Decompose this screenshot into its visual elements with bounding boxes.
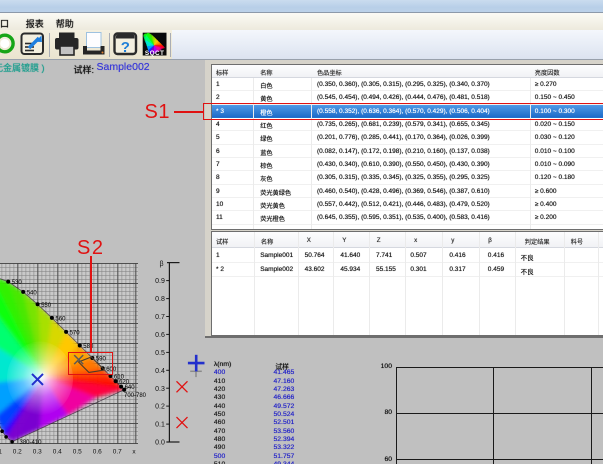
svg-text:570: 570	[70, 331, 81, 337]
svg-text:640: 640	[125, 385, 136, 391]
svg-text:540: 540	[27, 291, 38, 297]
svg-text:x: x	[132, 449, 136, 456]
svg-text:560: 560	[55, 317, 66, 323]
svg-text:0.7: 0.7	[155, 314, 165, 321]
svg-text:530: 530	[12, 280, 23, 286]
svg-text:0.6: 0.6	[155, 332, 165, 339]
svg-text:0.3: 0.3	[155, 386, 165, 393]
svg-text:0.1: 0.1	[0, 449, 2, 456]
svg-text:0.5: 0.5	[73, 449, 82, 456]
svg-text:0.4: 0.4	[155, 368, 165, 375]
svg-text:0.0: 0.0	[155, 440, 165, 447]
svg-text:380-410: 380-410	[20, 440, 43, 446]
svg-text:0.9: 0.9	[155, 278, 165, 285]
svg-text:0.6: 0.6	[93, 449, 102, 456]
svg-text:0.4: 0.4	[53, 449, 62, 456]
svg-text:0.2: 0.2	[155, 404, 165, 411]
svg-text:580: 580	[83, 344, 94, 350]
svg-text:0.2: 0.2	[13, 449, 22, 456]
svg-text:550: 550	[41, 303, 52, 309]
svg-text:0.1: 0.1	[155, 422, 165, 429]
svg-text:700-780: 700-780	[124, 393, 147, 399]
svg-text:0.8: 0.8	[155, 296, 165, 303]
svg-text:0.3: 0.3	[33, 449, 42, 456]
svg-text:0.5: 0.5	[155, 350, 165, 357]
svg-text:β: β	[160, 261, 164, 268]
svg-text:0.7: 0.7	[113, 449, 122, 456]
